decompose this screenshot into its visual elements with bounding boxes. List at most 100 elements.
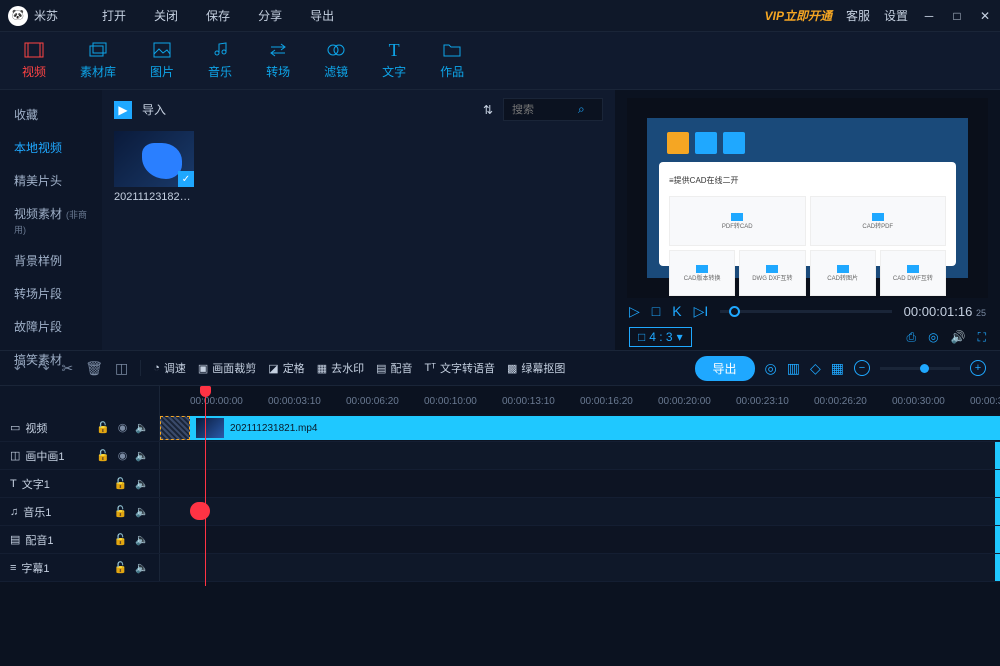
fullscreen-icon[interactable]: ⛶: [978, 330, 986, 345]
menu-close[interactable]: 关闭: [140, 7, 192, 24]
time-ruler[interactable]: 00:00:00:0000:00:03:1000:00:06:2000:00:1…: [160, 386, 1000, 414]
watermark-button[interactable]: ▦去水印: [317, 360, 364, 376]
menu-save[interactable]: 保存: [192, 7, 244, 24]
mute-icon[interactable]: 🔈: [135, 477, 149, 490]
cut-icon[interactable]: ✂: [61, 360, 73, 377]
vip-link[interactable]: VIP立即开通: [765, 7, 832, 24]
marker-icon[interactable]: ◇: [810, 360, 821, 377]
track-body[interactable]: [160, 470, 1000, 497]
stop-icon[interactable]: □: [652, 303, 660, 319]
menu-share[interactable]: 分享: [244, 7, 296, 24]
tab-music[interactable]: 音乐: [200, 37, 240, 84]
zoom-out-icon[interactable]: −: [854, 360, 870, 376]
playback-slider[interactable]: [720, 310, 891, 313]
preview-card: PDF转CAD: [669, 196, 806, 246]
sidebar-item-background[interactable]: 背景样例: [0, 244, 102, 277]
eye-icon[interactable]: ◉: [118, 449, 128, 462]
minimize-icon[interactable]: ─: [922, 9, 936, 23]
tab-works[interactable]: 作品: [432, 37, 472, 84]
sidebar-item-intro[interactable]: 精美片头: [0, 164, 102, 197]
slider-knob[interactable]: [729, 306, 740, 317]
sidebar-item-transition-clip[interactable]: 转场片段: [0, 277, 102, 310]
ruler-tick: 00:00:30:00: [892, 396, 945, 407]
media-thumbnail[interactable]: ✓ 2021112318​21…: [114, 131, 194, 203]
playhead[interactable]: [205, 386, 206, 586]
lock-icon[interactable]: 🔓: [114, 561, 128, 574]
track-label: ♫音乐1: [10, 504, 106, 520]
lock-icon[interactable]: 🔓: [96, 421, 110, 434]
crop-icon[interactable]: ◫: [115, 360, 128, 377]
speed-button[interactable]: ◔调速: [153, 360, 186, 376]
play-icon[interactable]: ▷: [629, 303, 640, 320]
preview-window-title: ≡ 提供CAD在线二开: [669, 172, 946, 188]
undo-icon[interactable]: ↶: [14, 360, 26, 377]
preview-viewport[interactable]: ≡ 提供CAD在线二开 PDF转CAD CAD转PDF CAD版本转换 DWG …: [627, 98, 988, 298]
lock-icon[interactable]: 🔓: [114, 477, 128, 490]
tab-music-label: 音乐: [208, 63, 232, 80]
support-link[interactable]: 客服: [846, 7, 870, 24]
tab-video[interactable]: 视频: [14, 37, 54, 84]
zoom-in-icon[interactable]: +: [970, 360, 986, 376]
tab-transition[interactable]: 转场: [258, 37, 298, 84]
search-input[interactable]: ⌕: [503, 98, 603, 121]
edit-toolbar: ↶ ↷ ✂ 🗑 ◫ ◔调速 ▣画面裁剪 ◪定格 ▦去水印 ▤配音 Tᵀ文字转语音…: [0, 350, 1000, 386]
tts-button[interactable]: Tᵀ文字转语音: [425, 360, 495, 376]
lock-icon[interactable]: 🔓: [114, 533, 128, 546]
mute-icon[interactable]: 🔈: [135, 505, 149, 518]
tab-filter[interactable]: 滤镜: [316, 37, 356, 84]
search-field[interactable]: [512, 104, 572, 116]
delete-icon[interactable]: 🗑: [85, 360, 103, 377]
zoom-knob[interactable]: [920, 364, 929, 373]
mute-icon[interactable]: 🔈: [135, 533, 149, 546]
aspect-selector[interactable]: □ 4 : 3 ▾: [629, 327, 692, 347]
sidebar-item-favorites[interactable]: 收藏: [0, 98, 102, 131]
camera-icon[interactable]: ◎: [928, 330, 938, 345]
redo-icon[interactable]: ↷: [38, 360, 50, 377]
search-icon[interactable]: ⌕: [578, 102, 585, 117]
greenscreen-button[interactable]: ▩绿幕抠图: [507, 360, 565, 376]
lock-icon[interactable]: 🔓: [96, 449, 110, 462]
lock-icon[interactable]: 🔓: [114, 505, 128, 518]
clip-gap[interactable]: [160, 416, 190, 440]
sidebar-item-local-video[interactable]: 本地视频: [0, 131, 102, 164]
layout-icon[interactable]: ▥: [787, 360, 800, 377]
import-label[interactable]: 导入: [142, 101, 166, 118]
crop-frame-button[interactable]: ▣画面裁剪: [198, 360, 256, 376]
record-marker[interactable]: [190, 502, 210, 520]
tab-text[interactable]: T 文字: [374, 37, 414, 84]
tab-library[interactable]: 素材库: [72, 37, 124, 84]
track-body[interactable]: [160, 498, 1000, 525]
snapshot-icon[interactable]: ⎙: [907, 330, 917, 345]
import-button-icon[interactable]: ▶: [114, 101, 132, 119]
sidebar-item-stock-video[interactable]: 视频素材(非商用): [0, 197, 102, 244]
export-button[interactable]: 导出: [695, 356, 755, 381]
menu-export[interactable]: 导出: [296, 7, 348, 24]
freeze-button[interactable]: ◪定格: [268, 360, 304, 376]
settings-link[interactable]: 设置: [884, 7, 908, 24]
menu-open[interactable]: 打开: [88, 7, 140, 24]
video-clip[interactable]: 20211123​1821.mp4: [190, 416, 1000, 440]
eye-icon[interactable]: ◉: [118, 421, 128, 434]
track-body[interactable]: [160, 442, 1000, 469]
maximize-icon[interactable]: □: [950, 9, 964, 23]
mute-icon[interactable]: 🔈: [135, 449, 149, 462]
mute-icon[interactable]: 🔈: [135, 421, 149, 434]
mute-icon[interactable]: 🔈: [135, 561, 149, 574]
close-icon[interactable]: ✕: [978, 9, 992, 23]
asset-toolbar: 视频 素材库 图片 音乐 转场 滤镜 T 文字 作品: [0, 32, 1000, 90]
track-body[interactable]: [160, 554, 1000, 581]
ruler-icon[interactable]: ▦: [831, 360, 844, 377]
app-name: 米苏: [34, 7, 58, 24]
sort-icon[interactable]: ⇅: [483, 103, 493, 117]
dub-button[interactable]: ▤配音: [376, 360, 412, 376]
track-body[interactable]: [160, 526, 1000, 553]
prev-frame-icon[interactable]: K: [672, 303, 681, 319]
volume-icon[interactable]: 🔊: [951, 330, 966, 345]
zoom-slider[interactable]: [880, 367, 960, 370]
next-frame-icon[interactable]: ▷I: [694, 303, 709, 320]
tab-image[interactable]: 图片: [142, 37, 182, 84]
ruler-tick: 00:00:03:10: [268, 396, 321, 407]
sidebar-item-glitch[interactable]: 故障片段: [0, 310, 102, 343]
track-body[interactable]: 20211123​1821.mp4: [160, 414, 1000, 441]
preview-toggle-icon[interactable]: ◎: [765, 360, 777, 377]
